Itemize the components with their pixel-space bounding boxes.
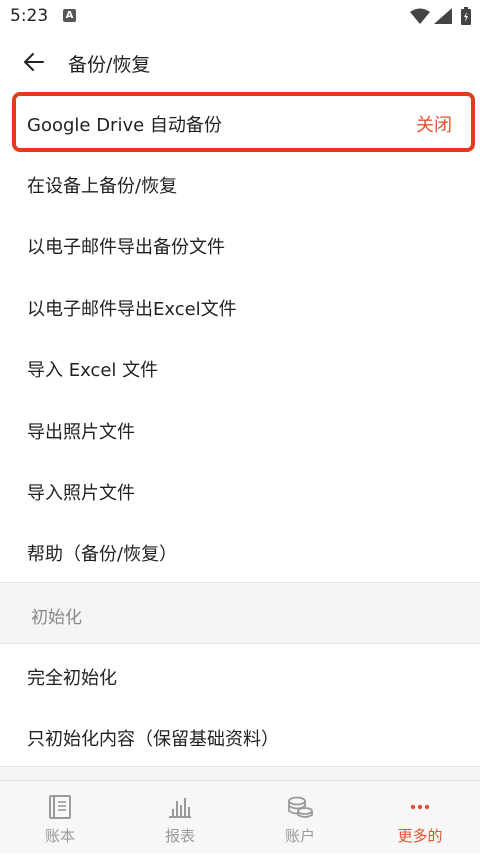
full-init-row[interactable]: 完全初始化 (0, 645, 480, 706)
export-photos-label: 导出照片文件 (27, 422, 135, 443)
full-init-label: 完全初始化 (27, 668, 117, 689)
battery-icon (461, 7, 471, 25)
nav-ledger-label: 账本 (44, 827, 75, 845)
help-backup-label: 帮助（备份/恢复） (27, 544, 178, 565)
wifi-icon (410, 8, 430, 24)
nav-accounts[interactable]: 账户 (240, 781, 360, 855)
device-backup-restore-label: 在设备上备份/恢复 (27, 176, 178, 197)
import-photos-label: 导入照片文件 (27, 483, 135, 504)
nav-more[interactable]: 更多的 (360, 781, 480, 855)
page-title: 备份/恢复 (68, 54, 151, 76)
email-export-excel-label: 以电子邮件导出Excel文件 (27, 299, 237, 320)
content-init-row[interactable]: 只初始化内容（保留基础资料） (0, 706, 480, 767)
help-backup-row[interactable]: 帮助（备份/恢复） (0, 521, 480, 582)
app-bar: 备份/恢复 (0, 34, 480, 90)
nav-ledger[interactable]: 账本 (0, 781, 120, 855)
more-icon (410, 804, 430, 810)
nav-more-label: 更多的 (397, 827, 443, 845)
notification-icon: A (63, 9, 76, 22)
email-export-excel-row[interactable]: 以电子邮件导出Excel文件 (0, 276, 480, 337)
email-export-backup-row[interactable]: 以电子邮件导出备份文件 (0, 214, 480, 275)
chart-icon (169, 798, 191, 818)
coins-icon (288, 796, 313, 818)
google-drive-backup-label: Google Drive 自动备份 (27, 115, 222, 136)
import-photos-row[interactable]: 导入照片文件 (0, 460, 480, 521)
email-export-backup-label: 以电子邮件导出备份文件 (27, 237, 225, 258)
signal-icon (434, 8, 452, 24)
status-time: 5:23 (10, 6, 49, 26)
content-init-label: 只初始化内容（保留基础资料） (27, 729, 279, 750)
google-drive-backup-row[interactable]: Google Drive 自动备份 关闭 (0, 92, 480, 153)
list-end-divider (0, 766, 480, 780)
import-excel-row[interactable]: 导入 Excel 文件 (0, 337, 480, 398)
google-drive-backup-status: 关闭 (416, 115, 452, 136)
device-backup-restore-row[interactable]: 在设备上备份/恢复 (0, 153, 480, 214)
status-bar: 5:23 A (0, 0, 480, 34)
section-header-init: 初始化 (0, 582, 480, 644)
book-icon (49, 795, 71, 819)
import-excel-label: 导入 Excel 文件 (27, 360, 159, 381)
nav-reports[interactable]: 报表 (120, 781, 240, 855)
back-arrow-icon[interactable] (18, 48, 48, 76)
export-photos-row[interactable]: 导出照片文件 (0, 399, 480, 460)
section-header-label: 初始化 (31, 608, 82, 628)
bottom-nav: 账本 报表 账户 更多的 (0, 780, 480, 854)
nav-accounts-label: 账户 (284, 827, 315, 845)
nav-reports-label: 报表 (164, 827, 195, 845)
